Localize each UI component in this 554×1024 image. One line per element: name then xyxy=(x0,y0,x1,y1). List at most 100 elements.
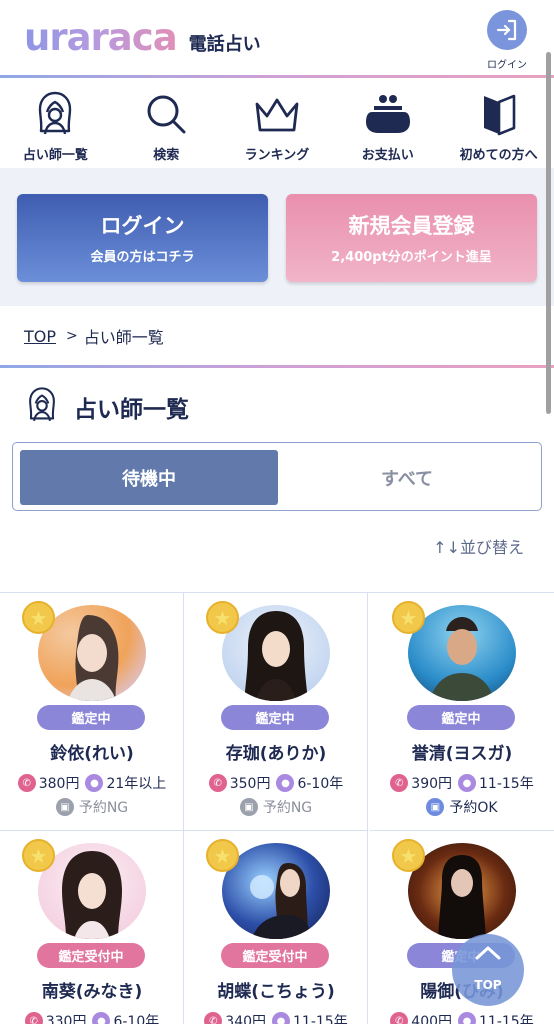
fortune-teller-name: 鈴依(れい) xyxy=(50,744,134,764)
star-badge-icon: ★ xyxy=(206,601,239,634)
logo[interactable]: uraraca 電話占い xyxy=(24,18,261,58)
nav-label: お支払い xyxy=(361,148,414,163)
card-meta: ✆ 340円 ● 11-15年 xyxy=(184,1011,368,1024)
nav-item-fortune-tellers[interactable]: 占い師一覧 xyxy=(0,80,111,168)
phone-icon: ✆ xyxy=(390,1012,409,1024)
reservation-status: ▣ 予約NG xyxy=(184,797,368,817)
experience-icon: ● xyxy=(272,1012,291,1024)
status-badge: 鑑定中 xyxy=(407,705,515,730)
crown-icon xyxy=(222,90,333,138)
fortune-teller-card[interactable]: ★ 鑑定中 鈴依(れい) ✆ 380円 ● 21年以上 ▣ 予約NG xyxy=(0,593,184,831)
experience: 21年以上 xyxy=(106,776,167,792)
reservation-label: 予約NG xyxy=(262,800,313,816)
login-icon xyxy=(487,10,527,50)
price: 330円 xyxy=(45,1014,87,1024)
experience-icon: ● xyxy=(458,774,477,792)
phone-icon: ✆ xyxy=(208,774,227,792)
experience: 11-15年 xyxy=(293,1014,348,1024)
nav-label: 占い師一覧 xyxy=(22,148,88,163)
search-icon xyxy=(111,90,222,138)
tab-waiting[interactable]: 待機中 xyxy=(20,450,278,505)
star-badge-icon: ★ xyxy=(22,839,55,872)
status-badge: 鑑定中 xyxy=(37,705,145,730)
tab-all[interactable]: すべて xyxy=(278,450,536,505)
reservation-status: ▣ 予約OK xyxy=(370,797,554,817)
status-badge: 鑑定受付中 xyxy=(37,943,145,968)
phone-icon: ✆ xyxy=(390,774,409,792)
nav-item-beginners[interactable]: 初めての方へ xyxy=(443,80,554,168)
experience-icon: ● xyxy=(92,1012,111,1024)
nav-item-ranking[interactable]: ランキング xyxy=(222,80,333,168)
page-title: 占い師一覧 xyxy=(24,386,189,428)
phone-icon: ✆ xyxy=(204,1012,223,1024)
scroll-to-top-button[interactable]: TOP xyxy=(452,934,524,1006)
logo-text: uraraca xyxy=(24,16,178,59)
filter-tabs: 待機中 すべて xyxy=(12,442,542,511)
calendar-icon: ▣ xyxy=(426,798,445,816)
nav-label: ランキング xyxy=(244,148,310,163)
status-badge: 鑑定中 xyxy=(221,705,329,730)
card-meta: ✆ 380円 ● 21年以上 xyxy=(0,773,184,793)
logo-subtitle: 電話占い xyxy=(188,34,261,55)
header-login-button[interactable]: ログイン xyxy=(476,10,538,71)
star-badge-icon: ★ xyxy=(392,839,425,872)
price: 350円 xyxy=(229,776,271,792)
fortune-teller-name: 南葵(みなき) xyxy=(41,982,143,1002)
fortune-teller-card[interactable]: ★ 鑑定受付中 胡蝶(こちょう) ✆ 340円 ● 11-15年 xyxy=(184,831,368,1024)
card-meta: ✆ 330円 ● 6-10年 xyxy=(0,1011,184,1024)
calendar-icon: ▣ xyxy=(55,798,74,816)
breadcrumb-current: 占い師一覧 xyxy=(83,328,164,347)
nav-label: 検索 xyxy=(153,148,180,163)
nav-item-search[interactable]: 検索 xyxy=(111,80,222,168)
experience: 6-10年 xyxy=(113,1014,160,1024)
chevron-up-icon xyxy=(452,944,524,966)
price: 390円 xyxy=(411,776,453,792)
status-badge: 鑑定受付中 xyxy=(221,943,329,968)
book-icon xyxy=(443,90,554,138)
nav-item-payment[interactable]: お支払い xyxy=(332,80,443,168)
reservation-label: 予約NG xyxy=(78,800,129,816)
star-badge-icon: ★ xyxy=(392,601,425,634)
login-button-subtitle: 会員の方はコチラ xyxy=(90,250,195,265)
header: uraraca 電話占い ログイン xyxy=(0,0,554,77)
chevron-right-icon: > xyxy=(66,328,78,344)
register-button[interactable]: 新規会員登録 2,400pt分のポイント進呈 xyxy=(286,194,537,282)
experience: 11-15年 xyxy=(479,1014,534,1024)
auth-section: ログイン 会員の方はコチラ 新規会員登録 2,400pt分のポイント進呈 xyxy=(0,168,554,306)
scrollbar[interactable] xyxy=(546,52,551,414)
register-button-subtitle: 2,400pt分のポイント進呈 xyxy=(331,250,492,265)
experience-icon: ● xyxy=(276,774,295,792)
breadcrumb-divider xyxy=(0,365,554,368)
card-meta: ✆ 390円 ● 11-15年 xyxy=(370,773,554,793)
experience-icon: ● xyxy=(85,774,104,792)
fortune-teller-name: 存珈(ありか) xyxy=(225,744,327,764)
breadcrumb-home-link[interactable]: TOP xyxy=(24,327,56,346)
reservation-label: 予約OK xyxy=(449,800,498,816)
price: 400円 xyxy=(411,1014,453,1024)
purse-icon xyxy=(332,90,443,138)
phone-icon: ✆ xyxy=(17,774,36,792)
price: 340円 xyxy=(225,1014,267,1024)
fortune-teller-name: 胡蝶(こちょう) xyxy=(217,982,335,1002)
fortune-teller-card[interactable]: ★ 鑑定受付中 南葵(みなき) ✆ 330円 ● 6-10年 xyxy=(0,831,184,1024)
fortune-teller-card[interactable]: ★ 鑑定中 誉清(ヨスガ) ✆ 390円 ● 11-15年 ▣ 予約OK xyxy=(370,593,554,831)
login-button[interactable]: ログイン 会員の方はコチラ xyxy=(17,194,268,282)
experience: 6-10年 xyxy=(297,776,344,792)
sort-button[interactable]: ↑↓並び替え xyxy=(433,534,524,558)
nav-label: 初めての方へ xyxy=(459,148,538,163)
star-badge-icon: ★ xyxy=(22,601,55,634)
sort-arrows-icon: ↑↓ xyxy=(433,538,460,557)
fortune-teller-name: 誉清(ヨスガ) xyxy=(411,744,513,764)
price: 380円 xyxy=(38,776,80,792)
sort-label: 並び替え xyxy=(459,538,524,557)
card-meta: ✆ 350円 ● 6-10年 xyxy=(184,773,368,793)
calendar-icon: ▣ xyxy=(239,798,258,816)
page-title-text: 占い師一覧 xyxy=(74,397,189,423)
register-button-title: 新規会員登録 xyxy=(348,214,475,238)
fortune-teller-icon xyxy=(0,90,111,138)
fortune-teller-card[interactable]: ★ 鑑定中 存珈(ありか) ✆ 350円 ● 6-10年 ▣ 予約NG xyxy=(184,593,368,831)
experience-icon: ● xyxy=(458,1012,477,1024)
fortune-teller-icon xyxy=(24,386,60,428)
phone-icon: ✆ xyxy=(24,1012,43,1024)
star-badge-icon: ★ xyxy=(206,839,239,872)
